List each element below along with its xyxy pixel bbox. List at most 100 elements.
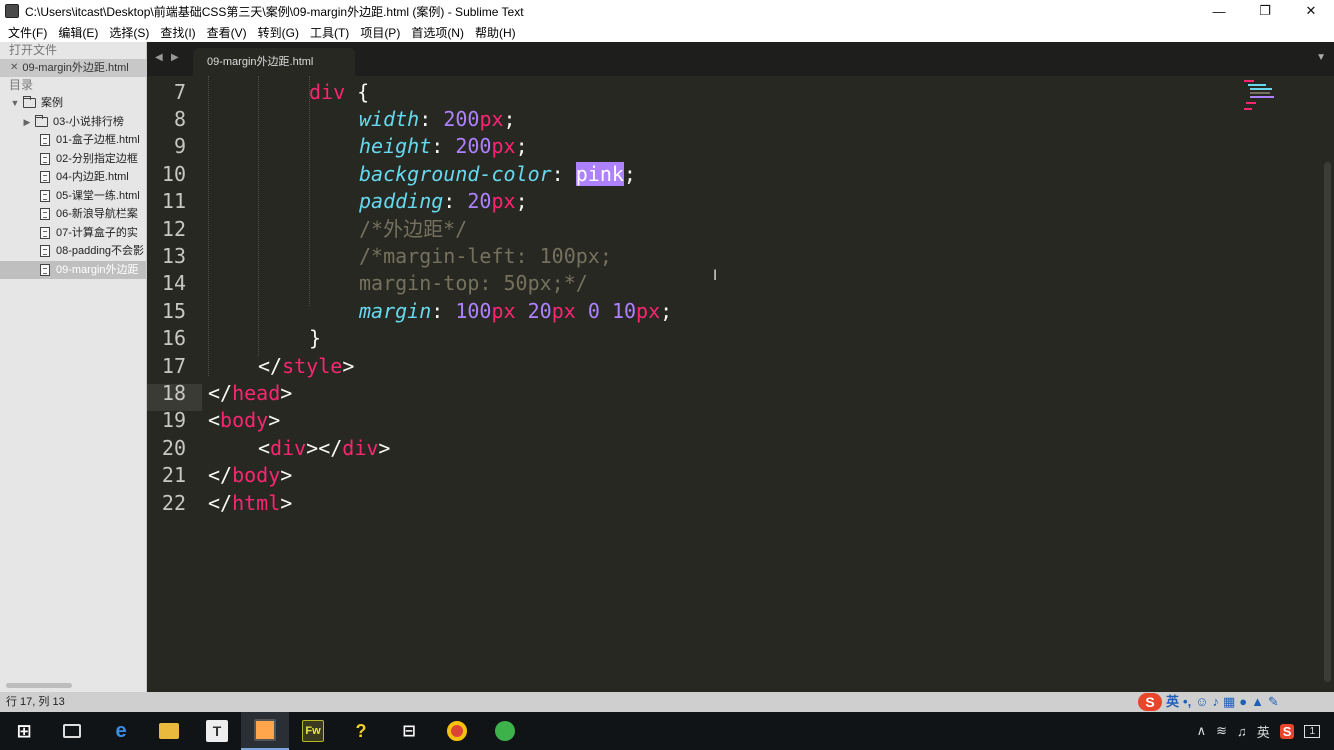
menu-tools[interactable]: 工具(T) xyxy=(306,24,356,41)
ime-language[interactable]: 英 xyxy=(1166,692,1179,712)
css-number: 20 xyxy=(527,299,552,323)
notification-center-icon[interactable]: 1 xyxy=(1304,724,1320,738)
tab-prev-icon[interactable]: ◀ xyxy=(155,52,163,63)
tree-folder-root[interactable]: ▼ 案例 xyxy=(0,94,146,113)
css-number: 20 xyxy=(467,189,492,213)
minimize-button[interactable]: — xyxy=(1196,0,1242,22)
tree-file-label: 09-margin外边距 xyxy=(56,263,139,276)
code-area[interactable]: div { width: 200px; height: 200px; backg… xyxy=(208,76,1248,692)
tree-file[interactable]: 05-课堂一练.html xyxy=(0,187,146,206)
code-line: background-color: pink; xyxy=(359,161,636,188)
file-icon xyxy=(40,208,50,221)
punctuation-icon[interactable]: •, xyxy=(1183,692,1191,712)
menu-project[interactable]: 项目(P) xyxy=(356,24,407,41)
minimap[interactable] xyxy=(1242,78,1282,118)
code-comment: /*外边距*/ xyxy=(359,217,468,241)
sublime-text-button[interactable] xyxy=(241,712,289,750)
tree-file[interactable]: 01-盒子边框.html xyxy=(0,131,146,150)
tab-next-icon[interactable]: ▶ xyxy=(171,52,179,63)
file-explorer-button[interactable] xyxy=(145,712,193,750)
edge-button[interactable]: e xyxy=(97,712,145,750)
code-line: </html> xyxy=(208,490,292,517)
close-file-icon[interactable]: ✕ xyxy=(10,59,18,77)
microphone-icon[interactable]: ♪ xyxy=(1212,692,1219,712)
line-number: 9 xyxy=(173,134,186,158)
menu-preferences[interactable]: 首选项(N) xyxy=(407,24,471,41)
code-line: width: 200px; xyxy=(359,106,516,133)
tree-file-label: 05-课堂一练.html xyxy=(56,189,140,202)
expanded-arrow-icon[interactable]: ▼ xyxy=(10,94,20,113)
tree-file-selected[interactable]: 09-margin外边距 xyxy=(0,260,146,279)
wifi-icon[interactable]: ≋ xyxy=(1216,723,1227,739)
green-app-button[interactable] xyxy=(481,712,529,750)
css-property: padding xyxy=(359,189,444,213)
menu-help[interactable]: 帮助(H) xyxy=(471,24,523,41)
fireworks-button[interactable]: Fw xyxy=(289,712,337,750)
menu-edit[interactable]: 编辑(E) xyxy=(54,24,105,41)
minimap-line xyxy=(1248,84,1266,86)
tree-file[interactable]: 07-计算盒子的实 xyxy=(0,224,146,243)
code-comment: margin-top: 50px;*/ xyxy=(359,271,588,295)
open-file-item[interactable]: ✕ 09-margin外边距.html xyxy=(0,59,146,77)
chrome-button[interactable] xyxy=(433,712,481,750)
code-punctuation: ; xyxy=(623,162,636,186)
sidebar-horizontal-scrollbar[interactable] xyxy=(6,683,72,688)
css-unit: px xyxy=(491,189,516,213)
menu-file[interactable]: 文件(F) xyxy=(4,24,54,41)
emoji-icon[interactable]: ☺ xyxy=(1195,692,1208,712)
html-tag: body xyxy=(232,463,281,487)
restore-button[interactable]: ❐ xyxy=(1242,0,1288,22)
volume-icon[interactable]: ♫ xyxy=(1237,724,1247,739)
help-icon: ? xyxy=(355,720,367,741)
collapsed-arrow-icon[interactable]: ▶ xyxy=(22,113,32,132)
code-punctuation: : xyxy=(431,134,456,158)
css-number: 0 xyxy=(587,299,600,323)
tree-folder-sub[interactable]: ▶ 03-小说排行榜 xyxy=(0,113,146,132)
menu-goto[interactable]: 转到(G) xyxy=(254,24,306,41)
network-tool-button[interactable]: ⊟ xyxy=(385,712,433,750)
tree-file[interactable]: 04-内边距.html xyxy=(0,168,146,187)
typora-button[interactable]: T xyxy=(193,712,241,750)
code-punctuation: </ xyxy=(258,354,283,378)
ime-toolbar[interactable]: S 英 •, ☺ ♪ ▦ ● ▲ ✎ xyxy=(1134,692,1334,712)
menu-selection[interactable]: 选择(S) xyxy=(105,24,156,41)
mouse-ibeam-icon: I xyxy=(713,268,718,284)
keyboard-icon[interactable]: ▦ xyxy=(1223,692,1235,712)
menu-find[interactable]: 查找(I) xyxy=(156,24,202,41)
tree-file[interactable]: 02-分别指定边框 xyxy=(0,150,146,169)
cursor-position: 行 17, 列 13 xyxy=(6,696,65,708)
show-hidden-icons-icon[interactable]: ∧ xyxy=(1197,723,1207,739)
tab-dropdown-icon[interactable]: ▼ xyxy=(1316,52,1326,63)
wrench-icon[interactable]: ✎ xyxy=(1268,692,1279,712)
line-number: 14 xyxy=(161,271,186,295)
code-punctuation: </ xyxy=(208,491,233,515)
menu-view[interactable]: 查看(V) xyxy=(203,24,254,41)
line-number: 15 xyxy=(161,299,186,323)
sogou-tray-icon[interactable]: S xyxy=(1279,723,1295,739)
line-number: 21 xyxy=(161,463,186,487)
start-button[interactable]: ⊞ xyxy=(0,712,48,750)
html-tag: html xyxy=(232,491,281,515)
tree-file[interactable]: 06-新浪导航栏案 xyxy=(0,205,146,224)
code-line: <body> xyxy=(208,407,280,434)
tab-active-file[interactable]: 09-margin外边距.html xyxy=(193,48,355,76)
tree-file[interactable]: 08-padding不会影 xyxy=(0,242,146,261)
user-icon[interactable]: ● xyxy=(1239,692,1247,712)
minimap-line xyxy=(1250,92,1270,94)
code-punctuation: : xyxy=(443,189,468,213)
task-view-button[interactable] xyxy=(48,712,96,750)
help-app-button[interactable]: ? xyxy=(337,712,385,750)
folder-open-icon xyxy=(23,96,36,109)
windows-start-icon: ⊞ xyxy=(16,720,32,741)
html-tag: body xyxy=(220,408,269,432)
code-punctuation: : xyxy=(419,107,444,131)
minimap-line xyxy=(1244,108,1252,110)
tree-file-label: 08-padding不会影 xyxy=(56,245,145,257)
chrome-icon xyxy=(447,721,467,741)
tray-language[interactable]: 英 xyxy=(1257,722,1270,741)
close-button[interactable]: ✕ xyxy=(1288,0,1334,22)
sogou-ime-logo[interactable]: S xyxy=(1138,693,1162,711)
editor-vertical-scrollbar[interactable] xyxy=(1324,162,1331,682)
skin-icon[interactable]: ▲ xyxy=(1251,692,1264,712)
file-icon xyxy=(40,189,50,202)
